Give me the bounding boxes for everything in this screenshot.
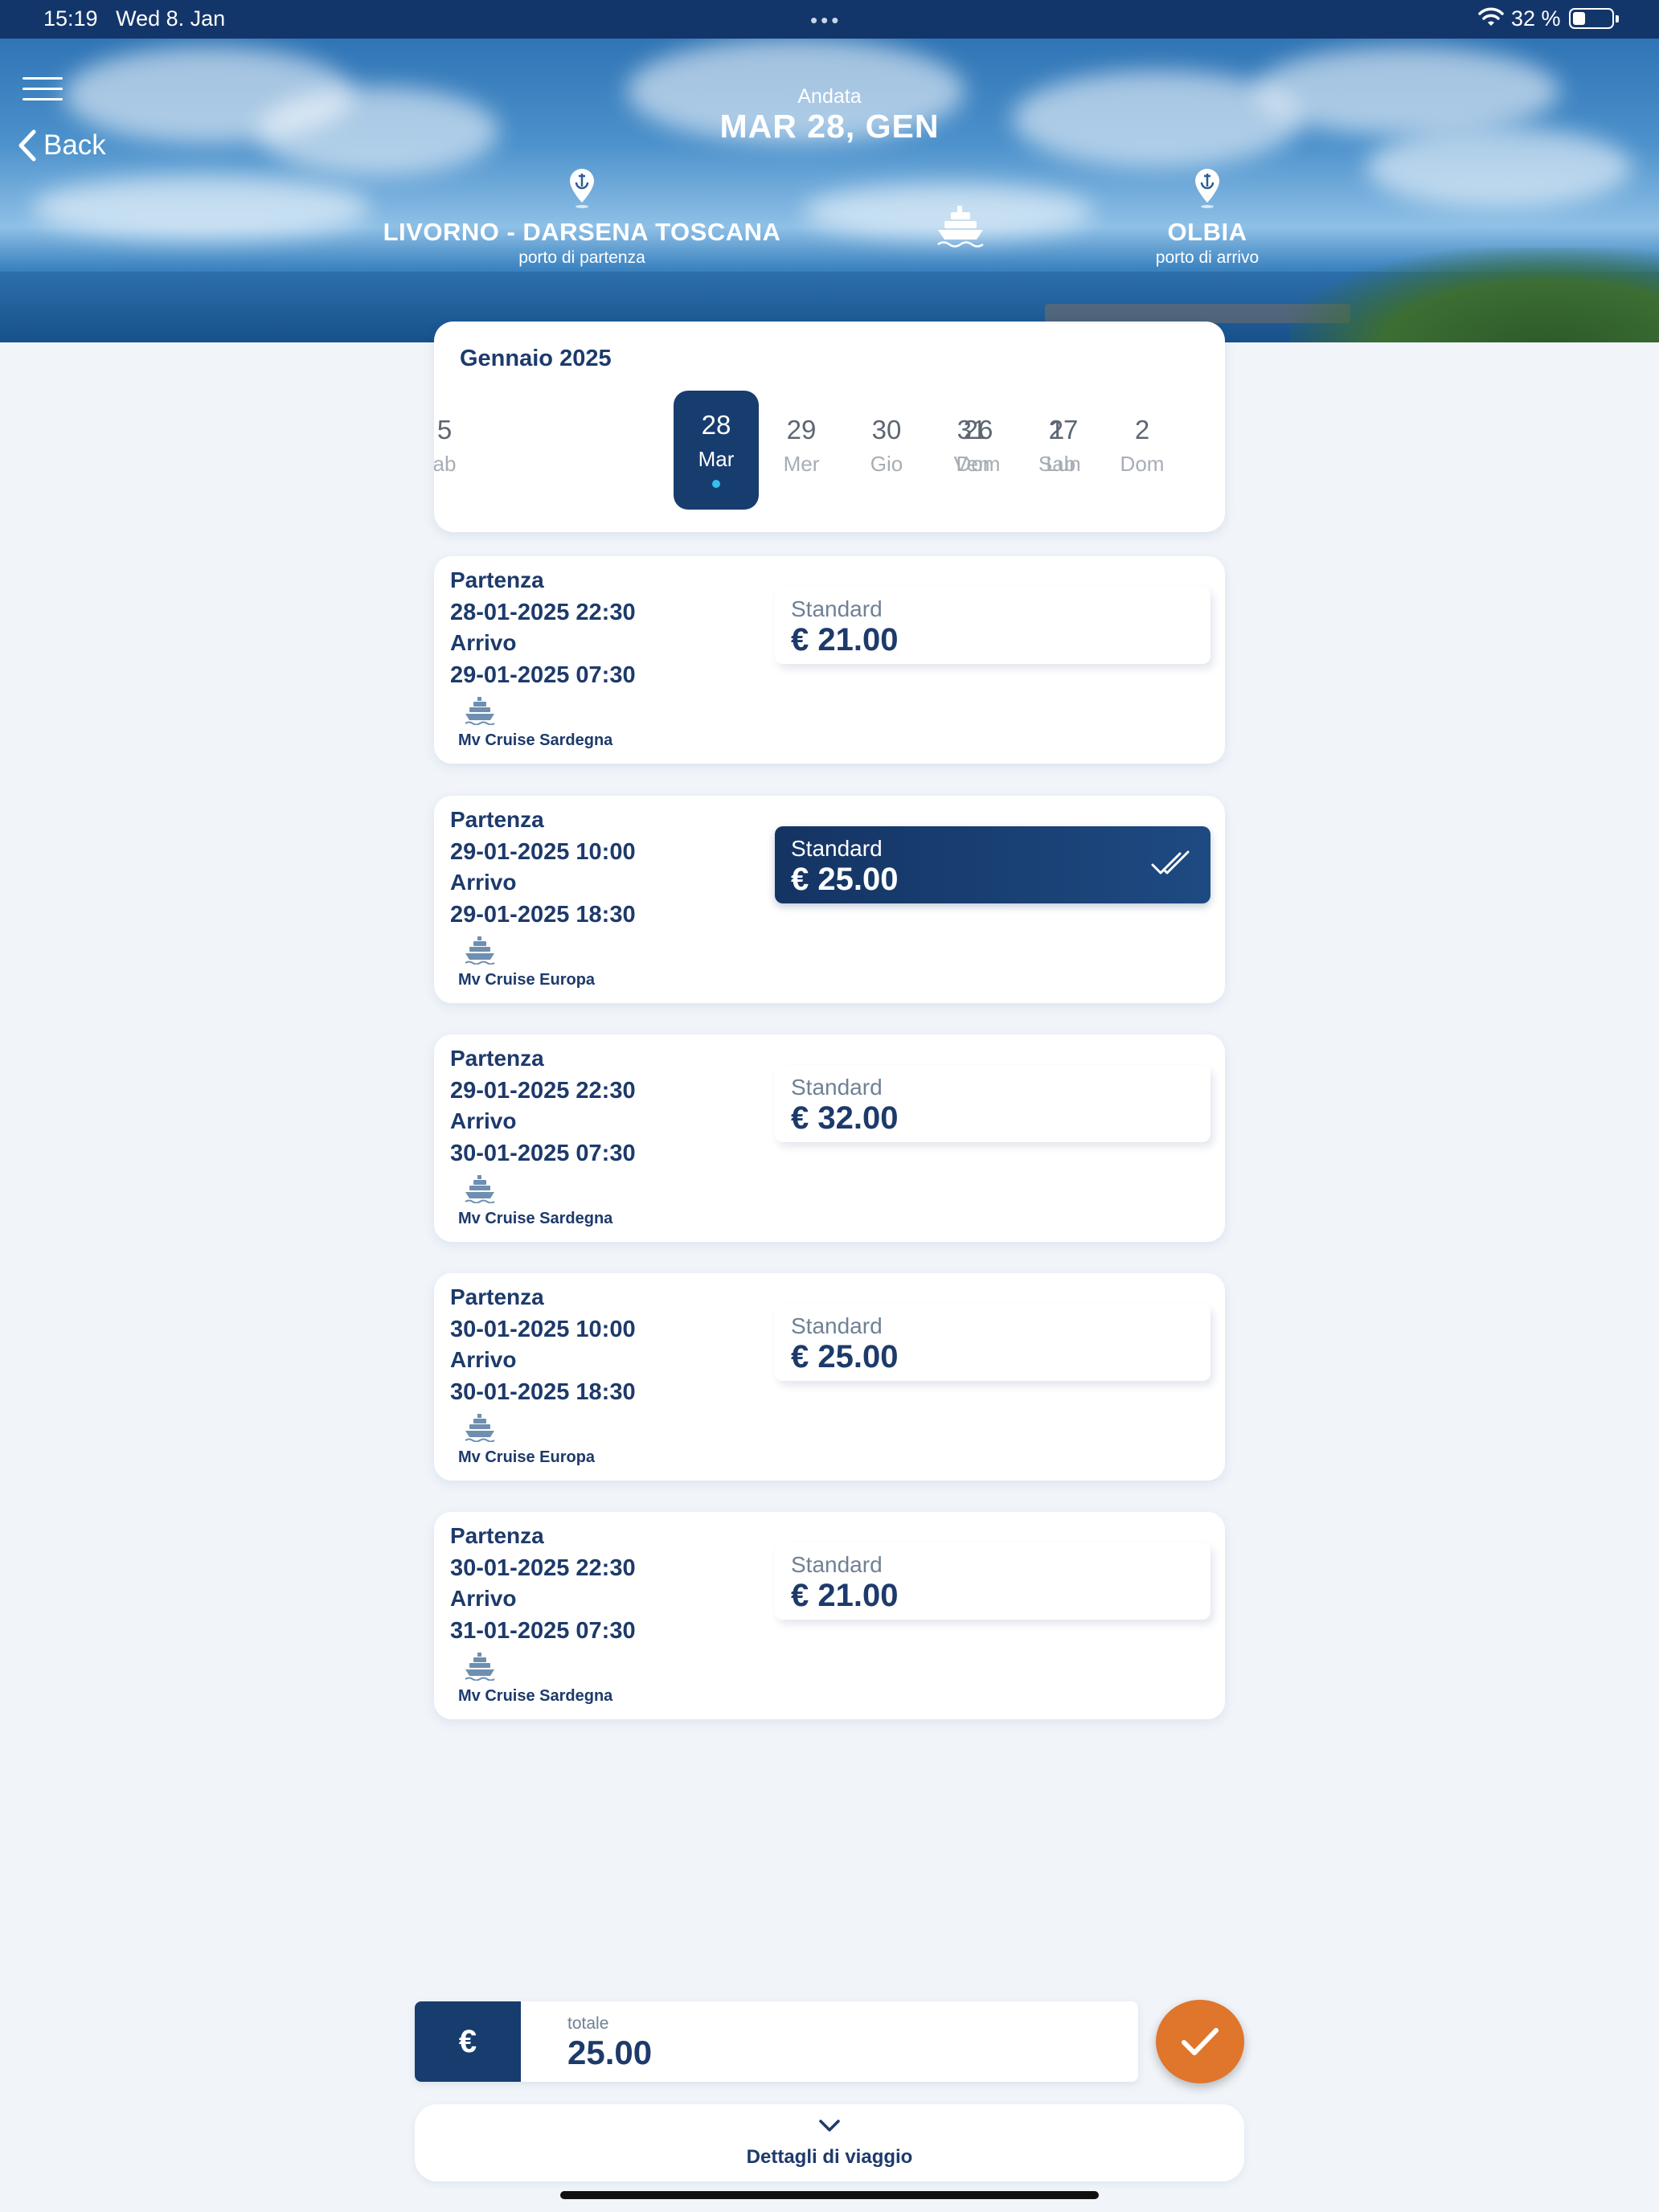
vessel-name: Mv Cruise Europa (458, 1448, 596, 1466)
fare-price: € 25.00 (791, 1339, 899, 1374)
fare-price: € 25.00 (791, 862, 899, 897)
fare-price: € 32.00 (791, 1100, 899, 1136)
date-picker-card: Gennaio 2025 5 ab 26 Dom 27 Lun 28 Mar 29 Mer… (434, 322, 1225, 532)
arrival-port-caption: porto di arrivo (1155, 248, 1260, 267)
total-label: totale (567, 2014, 609, 2033)
trip-details-toggle[interactable]: Dettagli di viaggio (415, 2104, 1244, 2181)
fare-option[interactable]: Standard € 21.00 (775, 1542, 1210, 1620)
trip-card[interactable]: Partenza 30-01-2025 22:30 Arrivo 31-01-2025… (434, 1512, 1225, 1719)
wifi-icon (1478, 7, 1504, 26)
header-banner: Back Andata MAR 28, GEN LIVORNO - DARSEN… (0, 39, 1659, 342)
trip-card[interactable]: Partenza 28-01-2025 22:30 Arrivo 29-01-2025… (434, 556, 1225, 764)
ship-icon (465, 1653, 495, 1681)
departure-port-name: LIVORNO - DARSENA TOSCANA (383, 218, 781, 246)
departure-datetime: 30-01-2025 22:30 (450, 1555, 636, 1581)
arrival-label: Arrivo (450, 1586, 517, 1611)
arrival-label: Arrivo (450, 630, 517, 655)
ship-icon (465, 1414, 495, 1442)
confirm-button[interactable] (1156, 2000, 1244, 2083)
fare-price: € 21.00 (791, 622, 899, 657)
battery-percent: 32 % (1511, 6, 1561, 31)
vessel-name: Mv Cruise Europa (458, 971, 596, 989)
selected-day-dot (712, 480, 720, 488)
home-indicator[interactable] (560, 2191, 1099, 2199)
double-check-icon (1151, 850, 1190, 875)
departure-label: Partenza (450, 567, 544, 592)
arrival-datetime: 30-01-2025 07:30 (450, 1141, 636, 1166)
fare-class: Standard (791, 1552, 883, 1577)
arrival-label: Arrivo (450, 1347, 517, 1372)
trip-card[interactable]: Partenza 29-01-2025 22:30 Arrivo 30-01-2025… (434, 1034, 1225, 1242)
checkmark-icon (1182, 2028, 1219, 2055)
fare-option[interactable]: Standard € 21.00 (775, 587, 1210, 664)
departure-port: LIVORNO - DARSENA TOSCANA porto di parte… (354, 167, 810, 268)
departure-label: Partenza (450, 1523, 544, 1548)
day-item[interactable]: 2 Dom (1100, 391, 1185, 510)
departure-datetime: 28-01-2025 22:30 (450, 600, 636, 625)
arrival-label: Arrivo (450, 870, 517, 895)
page-title: MAR 28, GEN (719, 108, 940, 145)
total-value: 25.00 (567, 2034, 653, 2071)
departure-label: Partenza (450, 1284, 544, 1309)
ship-icon (465, 697, 495, 725)
departure-datetime: 29-01-2025 22:30 (450, 1078, 636, 1104)
ship-icon (465, 936, 495, 965)
day-item-selected[interactable]: 28 Mar (674, 391, 759, 510)
trip-details-label: Dettagli di viaggio (746, 2146, 913, 2168)
arrival-port: OLBIA porto di arrivo (1109, 167, 1305, 268)
arrival-datetime: 29-01-2025 07:30 (450, 662, 636, 688)
multitasking-dots-icon[interactable]: ••• (810, 8, 842, 33)
fare-price: € 21.00 (791, 1578, 899, 1613)
day-item[interactable]: 29 Mer (759, 391, 844, 510)
day-item[interactable]: 30 Gio (844, 391, 929, 510)
departure-datetime: 30-01-2025 10:00 (450, 1317, 636, 1342)
arrival-label: Arrivo (450, 1108, 517, 1133)
vessel-name: Mv Cruise Sardegna (458, 731, 613, 749)
departure-datetime: 29-01-2025 10:00 (450, 839, 636, 865)
vessel-name: Mv Cruise Sardegna (458, 1687, 613, 1705)
total-box: € totale 25.00 (415, 2001, 1138, 2082)
anchor-pin-icon (1195, 169, 1219, 208)
fare-option[interactable]: Standard € 25.00 (775, 1304, 1210, 1381)
calendar-month: Gennaio 2025 (460, 346, 612, 371)
fare-class: Standard (791, 596, 883, 621)
currency-badge: € (415, 2001, 521, 2082)
trip-card[interactable]: Partenza 30-01-2025 10:00 Arrivo 30-01-2025… (434, 1273, 1225, 1481)
status-time: 15:19 Wed 8. Jan (43, 6, 226, 31)
status-bar: 15:19 Wed 8. Jan ••• 32 % (0, 0, 1659, 39)
arrival-datetime: 30-01-2025 18:30 (450, 1379, 636, 1405)
fare-class: Standard (791, 836, 883, 861)
ship-icon (465, 1175, 495, 1203)
battery-icon (1569, 8, 1619, 29)
departure-label: Partenza (450, 807, 544, 832)
day-item[interactable]: 1 Sab (1014, 391, 1100, 510)
arrival-port-name: OLBIA (1167, 218, 1247, 246)
fare-class: Standard (791, 1075, 883, 1100)
arrival-datetime: 29-01-2025 18:30 (450, 902, 636, 928)
fare-class: Standard (791, 1313, 883, 1338)
day-strip[interactable]: 5 ab 26 Dom 27 Lun 28 Mar 29 Mer 30 Gio 31 Ven … (434, 391, 1225, 510)
vessel-name: Mv Cruise Sardegna (458, 1210, 613, 1227)
fare-option-selected[interactable]: Standard € 25.00 (775, 826, 1210, 903)
departure-port-caption: porto di partenza (518, 248, 645, 267)
arrival-datetime: 31-01-2025 07:30 (450, 1618, 636, 1644)
fare-option[interactable]: Standard € 32.00 (775, 1065, 1210, 1142)
departure-label: Partenza (450, 1046, 544, 1071)
chevron-down-icon (819, 2120, 840, 2132)
day-item[interactable]: 31 Ven (929, 391, 1014, 510)
day-item[interactable]: 5 ab (434, 391, 487, 510)
trip-card[interactable]: Partenza 29-01-2025 10:00 Arrivo 29-01-2025… (434, 796, 1225, 1003)
anchor-pin-icon (570, 169, 594, 208)
leg-label: Andata (797, 85, 862, 108)
ship-icon (937, 206, 984, 248)
